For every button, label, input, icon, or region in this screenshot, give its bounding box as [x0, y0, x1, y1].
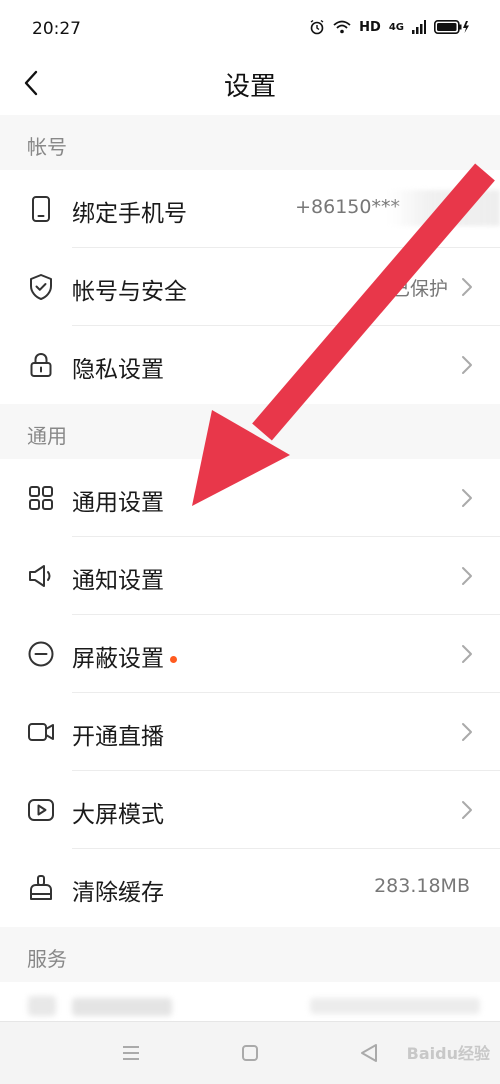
broom-icon [30, 875, 52, 900]
blurred-region [390, 190, 500, 226]
page-title: 设置 [223, 72, 276, 102]
section-header-account: 帐号 [0, 115, 500, 170]
phone-icon [32, 196, 50, 222]
chevron-right-icon [462, 645, 472, 663]
chevron-right-icon [462, 278, 472, 296]
status-time: 20:27 [32, 19, 81, 39]
section-header-service: 服务 [0, 927, 500, 982]
row-block-settings[interactable]: 屏蔽设置 [0, 615, 500, 693]
home-icon[interactable] [237, 1040, 263, 1066]
chevron-right-icon [462, 356, 472, 374]
row-label: 隐私设置 [72, 357, 164, 383]
chevron-right-icon [462, 567, 472, 585]
signal-icon [412, 20, 426, 34]
system-nav-bar: Baidu经验 [0, 1021, 500, 1084]
row-label: 绑定手机号 [72, 201, 187, 227]
row-bind-phone[interactable]: 绑定手机号 +86150*** [0, 170, 500, 248]
battery-icon [434, 20, 469, 34]
row-label: 开通直播 [72, 724, 164, 750]
row-privacy-settings[interactable]: 隐私设置 [0, 326, 500, 404]
block-icon [28, 641, 54, 667]
security-status: 已保护 [390, 278, 448, 300]
row-label: 清除缓存 [72, 880, 164, 906]
chevron-right-icon [462, 723, 472, 741]
row-label: 帐号与安全 [72, 279, 187, 305]
menu-icon[interactable] [118, 1040, 144, 1066]
watermark: Baidu经验 [406, 1044, 490, 1063]
shield-icon [30, 274, 52, 300]
blurred-value [310, 998, 480, 1014]
nav-bar: 设置 [0, 60, 500, 115]
play-screen-icon [28, 799, 54, 821]
row-account-security[interactable]: 帐号与安全 已保护 [0, 248, 500, 326]
status-bar: 20:27 HD 4G [0, 0, 500, 60]
row-clear-cache[interactable]: 清除缓存 283.18MB [0, 849, 500, 927]
video-camera-icon [28, 723, 54, 741]
general-card: 通用设置 通知设置 屏蔽设置 开通直播 大屏模式 清除缓存 283.18MB [0, 459, 500, 927]
service-card [0, 982, 500, 1022]
hd-indicator: HD [359, 19, 381, 35]
row-label: 大屏模式 [72, 802, 164, 828]
cache-size: 283.18MB [374, 875, 470, 897]
speaker-icon [29, 565, 51, 587]
blurred-label [72, 998, 172, 1016]
chevron-right-icon [462, 489, 472, 507]
status-icons: HD 4G [309, 19, 470, 35]
grid-icon [29, 486, 53, 510]
row-start-live[interactable]: 开通直播 [0, 693, 500, 771]
account-card: 绑定手机号 +86150*** 帐号与安全 已保护 隐私设置 [0, 170, 500, 404]
row-notification-settings[interactable]: 通知设置 [0, 537, 500, 615]
lock-icon [30, 352, 52, 377]
back-triangle-icon[interactable] [356, 1040, 382, 1066]
phone-value: +86150*** [295, 196, 400, 218]
row-big-screen-mode[interactable]: 大屏模式 [0, 771, 500, 849]
chevron-right-icon [462, 801, 472, 819]
row-label: 屏蔽设置 [72, 639, 177, 673]
row-general-settings[interactable]: 通用设置 [0, 459, 500, 537]
new-badge-dot [170, 656, 177, 663]
network-type: 4G [388, 21, 404, 33]
blurred-icon [28, 996, 56, 1016]
wifi-icon [333, 20, 351, 34]
row-label: 通知设置 [72, 568, 164, 594]
alarm-icon [310, 19, 324, 35]
section-header-general: 通用 [0, 404, 500, 459]
row-label: 通用设置 [72, 490, 164, 516]
